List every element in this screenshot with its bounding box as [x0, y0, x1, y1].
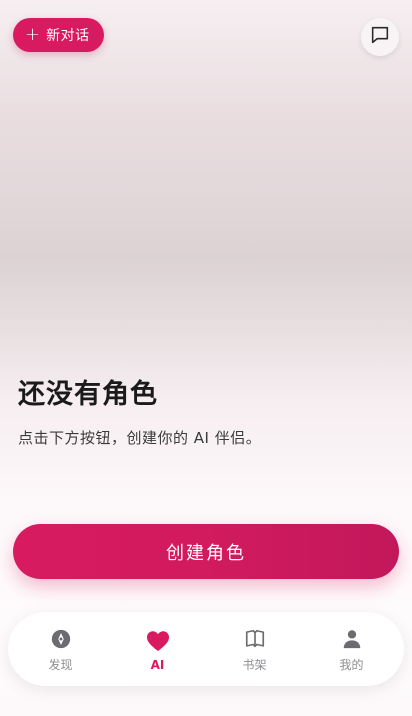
heart-icon — [146, 629, 170, 653]
compass-icon — [49, 627, 73, 651]
nav-label-profile: 我的 — [339, 658, 364, 672]
top-bar: + 新对话 — [0, 0, 412, 76]
nav-item-ai[interactable]: AI — [118, 629, 198, 672]
nav-label-discover: 发现 — [48, 658, 73, 672]
bottom-nav: 发现 AI 书架 我的 — [8, 612, 404, 686]
nav-item-discover[interactable]: 发现 — [21, 627, 101, 673]
empty-state: 还没有角色 点击下方按钮，创建你的 AI 伴侣。 — [18, 372, 394, 448]
nav-item-bookshelf[interactable]: 书架 — [215, 627, 295, 673]
nav-item-profile[interactable]: 我的 — [312, 627, 392, 673]
book-open-icon — [243, 627, 267, 651]
plus-icon: + — [25, 23, 41, 45]
chat-history-button[interactable] — [361, 18, 399, 56]
nav-label-ai: AI — [150, 657, 165, 672]
message-square-icon — [369, 24, 391, 50]
user-icon — [340, 627, 364, 651]
empty-state-subtitle: 点击下方按钮，创建你的 AI 伴侣。 — [18, 429, 262, 447]
nav-label-bookshelf: 书架 — [242, 658, 267, 672]
new-chat-label: 新对话 — [46, 28, 90, 44]
empty-state-title: 还没有角色 — [18, 379, 158, 410]
new-chat-button[interactable]: + 新对话 — [13, 18, 104, 52]
create-character-button[interactable]: 创建角色 — [13, 524, 399, 579]
